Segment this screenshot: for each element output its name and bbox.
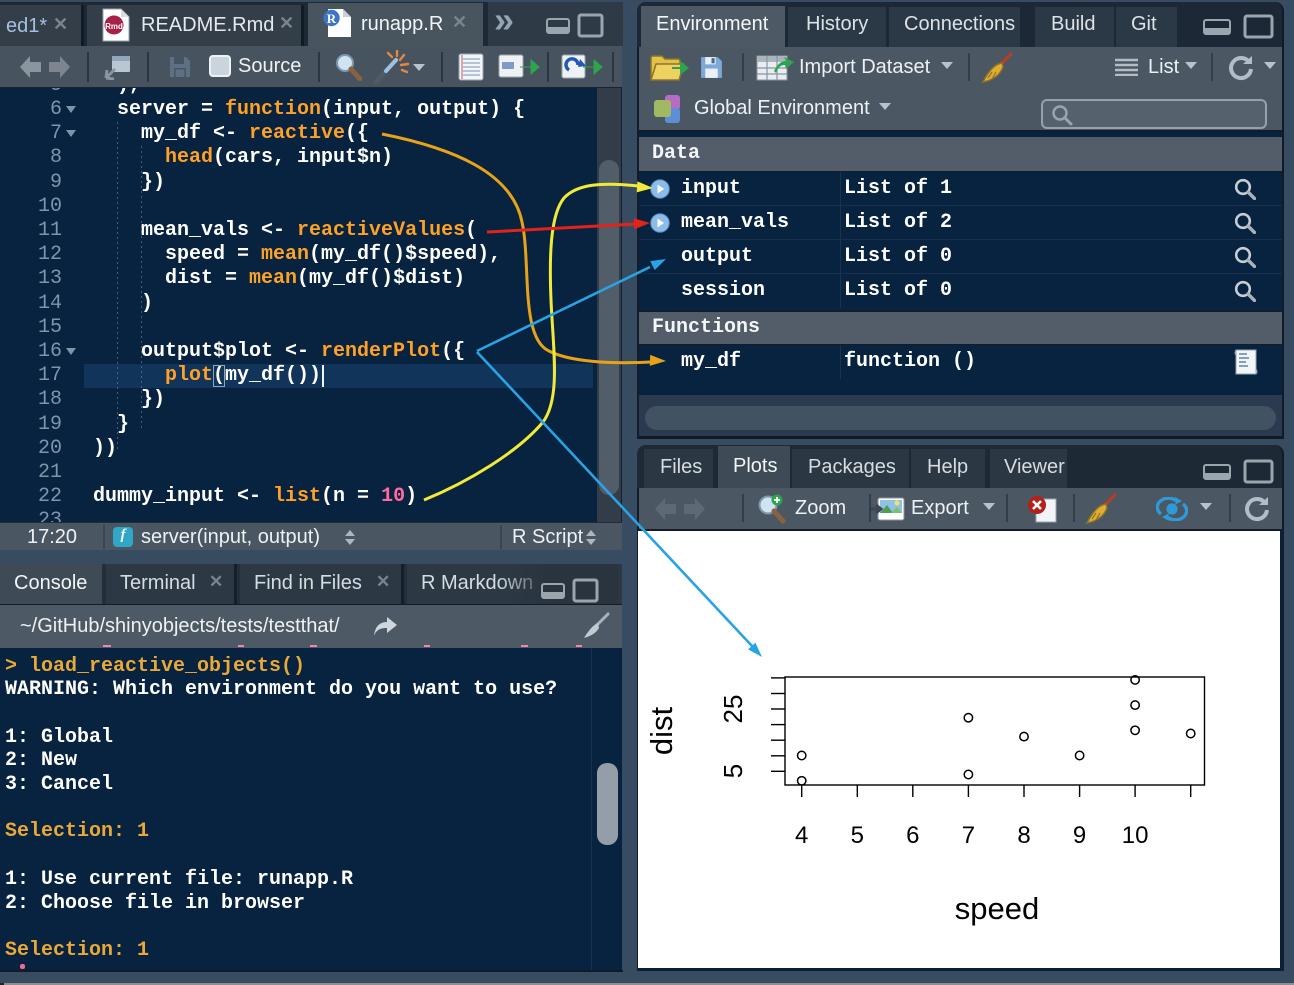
svg-text:R: R — [327, 11, 337, 26]
svg-text:Rmd: Rmd — [105, 22, 123, 31]
